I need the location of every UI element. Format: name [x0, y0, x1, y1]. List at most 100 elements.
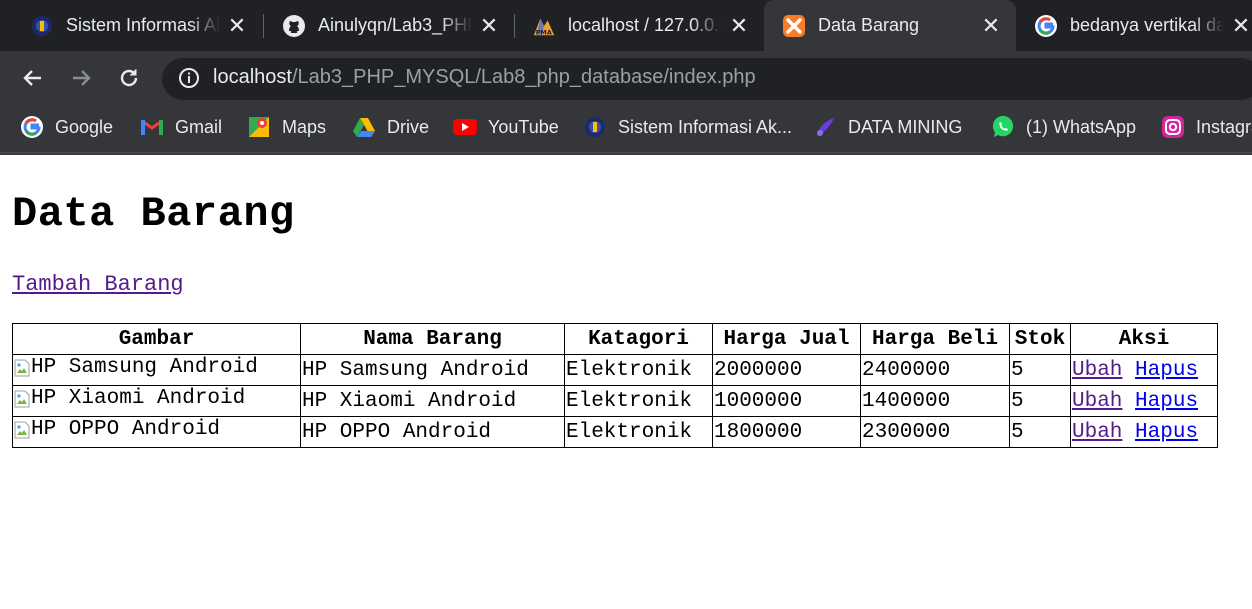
cell-aksi: Ubah Hapus: [1070, 385, 1218, 417]
info-icon[interactable]: [178, 67, 200, 89]
cell-kategori: Elektronik: [564, 385, 713, 417]
bookmark-sistem-informasi[interactable]: Sistem Informasi Ak...: [583, 105, 792, 149]
youtube-icon: [453, 115, 477, 139]
university-seal-icon: [30, 14, 54, 38]
bookmark-label: Sistem Informasi Ak...: [618, 116, 793, 137]
cell-aksi: Ubah Hapus: [1070, 354, 1218, 386]
tab-strip: Sistem Informasi Ak ✕ Ainulyqn/Lab3_PHP …: [0, 0, 1252, 51]
cell-harga-jual: 1800000: [712, 416, 861, 448]
bookmark-youtube[interactable]: YouTube: [453, 105, 559, 149]
add-item-link[interactable]: Tambah Barang: [12, 272, 184, 297]
edit-link[interactable]: Ubah: [1072, 359, 1122, 382]
page-title: Data Barang: [12, 190, 295, 238]
bookmark-instagram[interactable]: Instagram: [1161, 105, 1252, 149]
bookmark-label: Instagram: [1196, 116, 1252, 137]
tab-phpmyadmin[interactable]: PMA localhost / 127.0.0.1 ✕: [502, 0, 764, 51]
tab-data-barang[interactable]: Data Barang ✕: [764, 0, 1016, 51]
column-header-aksi: Aksi: [1070, 323, 1218, 355]
close-icon[interactable]: ✕: [728, 14, 750, 37]
column-header-gambar: Gambar: [12, 323, 301, 355]
broken-image-icon: [14, 390, 30, 408]
bookmark-label: Drive: [387, 116, 430, 137]
cell-nama-barang: HP Samsung Android: [300, 354, 565, 386]
data-mining-icon: [813, 115, 837, 139]
table-row: HP OPPO Android HP OPPO Android Elektron…: [12, 416, 1218, 448]
bookmarks-bar: Google Gmail Maps Drive YouTube Sistem I…: [0, 105, 1252, 153]
column-header-katagori: Katagori: [564, 323, 713, 355]
back-button[interactable]: [18, 63, 48, 93]
tab-title: Sistem Informasi Ak: [66, 15, 220, 35]
close-icon[interactable]: ✕: [478, 14, 500, 37]
image-alt-text: HP Xiaomi Android: [31, 387, 246, 411]
close-icon[interactable]: ✕: [980, 14, 1002, 37]
bookmark-maps[interactable]: Maps: [247, 105, 326, 149]
tab-title: Data Barang: [818, 15, 920, 35]
column-header-harga-beli: Harga Beli: [860, 323, 1010, 355]
broken-image: HP OPPO Android: [14, 418, 220, 441]
cell-gambar: HP Xiaomi Android: [12, 385, 301, 417]
bookmark-drive[interactable]: Drive: [352, 105, 429, 149]
university-seal-icon: [583, 115, 607, 139]
bookmark-gmail[interactable]: Gmail: [140, 105, 222, 149]
broken-image-icon: [14, 421, 30, 439]
broken-image: HP Samsung Android: [14, 356, 258, 379]
google-icon: [1034, 14, 1058, 38]
cell-harga-beli: 2300000: [860, 416, 1010, 448]
cell-stok: 5: [1009, 416, 1071, 448]
reload-icon: [120, 69, 138, 87]
maps-icon: [247, 115, 271, 139]
tab-title: bedanya vertikal da: [1070, 15, 1224, 35]
bookmark-label: DATA MINING: [848, 116, 963, 137]
tab-sistem-informasi[interactable]: Sistem Informasi Ak ✕: [0, 0, 262, 51]
table-row: HP Samsung Android HP Samsung Android El…: [12, 354, 1218, 386]
tab-github[interactable]: Ainulyqn/Lab3_PHP ✕: [252, 0, 514, 51]
bookmark-data-mining[interactable]: DATA MINING: [813, 105, 962, 149]
edit-link[interactable]: Ubah: [1072, 421, 1122, 444]
svg-text:PMA: PMA: [536, 28, 552, 36]
cell-harga-beli: 2400000: [860, 354, 1010, 386]
bookmark-google[interactable]: Google: [20, 105, 113, 149]
table-header-row: Gambar Nama Barang Katagori Harga Jual H…: [12, 323, 1218, 355]
reload-button[interactable]: [114, 63, 144, 93]
phpmyadmin-icon: PMA: [532, 14, 556, 38]
cell-aksi: Ubah Hapus: [1070, 416, 1218, 448]
xampp-icon: [782, 14, 806, 38]
column-header-nama-barang: Nama Barang: [300, 323, 565, 355]
tab-title: Ainulyqn/Lab3_PHP: [318, 15, 472, 35]
bookmark-label: Google: [55, 116, 114, 137]
cell-harga-jual: 2000000: [712, 354, 861, 386]
cell-nama-barang: HP OPPO Android: [300, 416, 565, 448]
delete-link[interactable]: Hapus: [1135, 359, 1198, 382]
image-alt-text: HP OPPO Android: [31, 418, 221, 442]
image-alt-text: HP Samsung Android: [31, 356, 258, 380]
delete-link[interactable]: Hapus: [1135, 390, 1198, 413]
close-icon[interactable]: ✕: [1230, 14, 1252, 37]
column-header-stok: Stok: [1009, 323, 1071, 355]
address-url[interactable]: localhost/Lab3_PHP_MYSQL/Lab8_php_databa…: [213, 66, 756, 89]
broken-image-icon: [14, 359, 30, 377]
toolbar-divider: [0, 153, 1252, 155]
cell-stok: 5: [1009, 354, 1071, 386]
bookmark-label: Maps: [282, 116, 327, 137]
cell-harga-beli: 1400000: [860, 385, 1010, 417]
edit-link[interactable]: Ubah: [1072, 390, 1122, 413]
tab-google-search[interactable]: bedanya vertikal da ✕: [1004, 0, 1252, 51]
forward-button[interactable]: [66, 63, 96, 93]
tab-title: localhost / 127.0.0.1: [568, 15, 722, 35]
arrow-right-icon: [73, 70, 91, 86]
items-table: Gambar Nama Barang Katagori Harga Jual H…: [12, 323, 1218, 448]
cell-harga-jual: 1000000: [712, 385, 861, 417]
close-icon[interactable]: ✕: [226, 14, 248, 37]
bookmark-whatsapp[interactable]: (1) WhatsApp: [991, 105, 1136, 149]
cell-stok: 5: [1009, 385, 1071, 417]
delete-link[interactable]: Hapus: [1135, 421, 1198, 444]
whatsapp-icon: [991, 115, 1015, 139]
instagram-icon: [1161, 115, 1185, 139]
cell-nama-barang: HP Xiaomi Android: [300, 385, 565, 417]
url-host: localhost: [213, 66, 292, 88]
cell-kategori: Elektronik: [564, 354, 713, 386]
broken-image: HP Xiaomi Android: [14, 387, 245, 410]
google-icon: [20, 115, 44, 139]
column-header-harga-jual: Harga Jual: [712, 323, 861, 355]
cell-kategori: Elektronik: [564, 416, 713, 448]
